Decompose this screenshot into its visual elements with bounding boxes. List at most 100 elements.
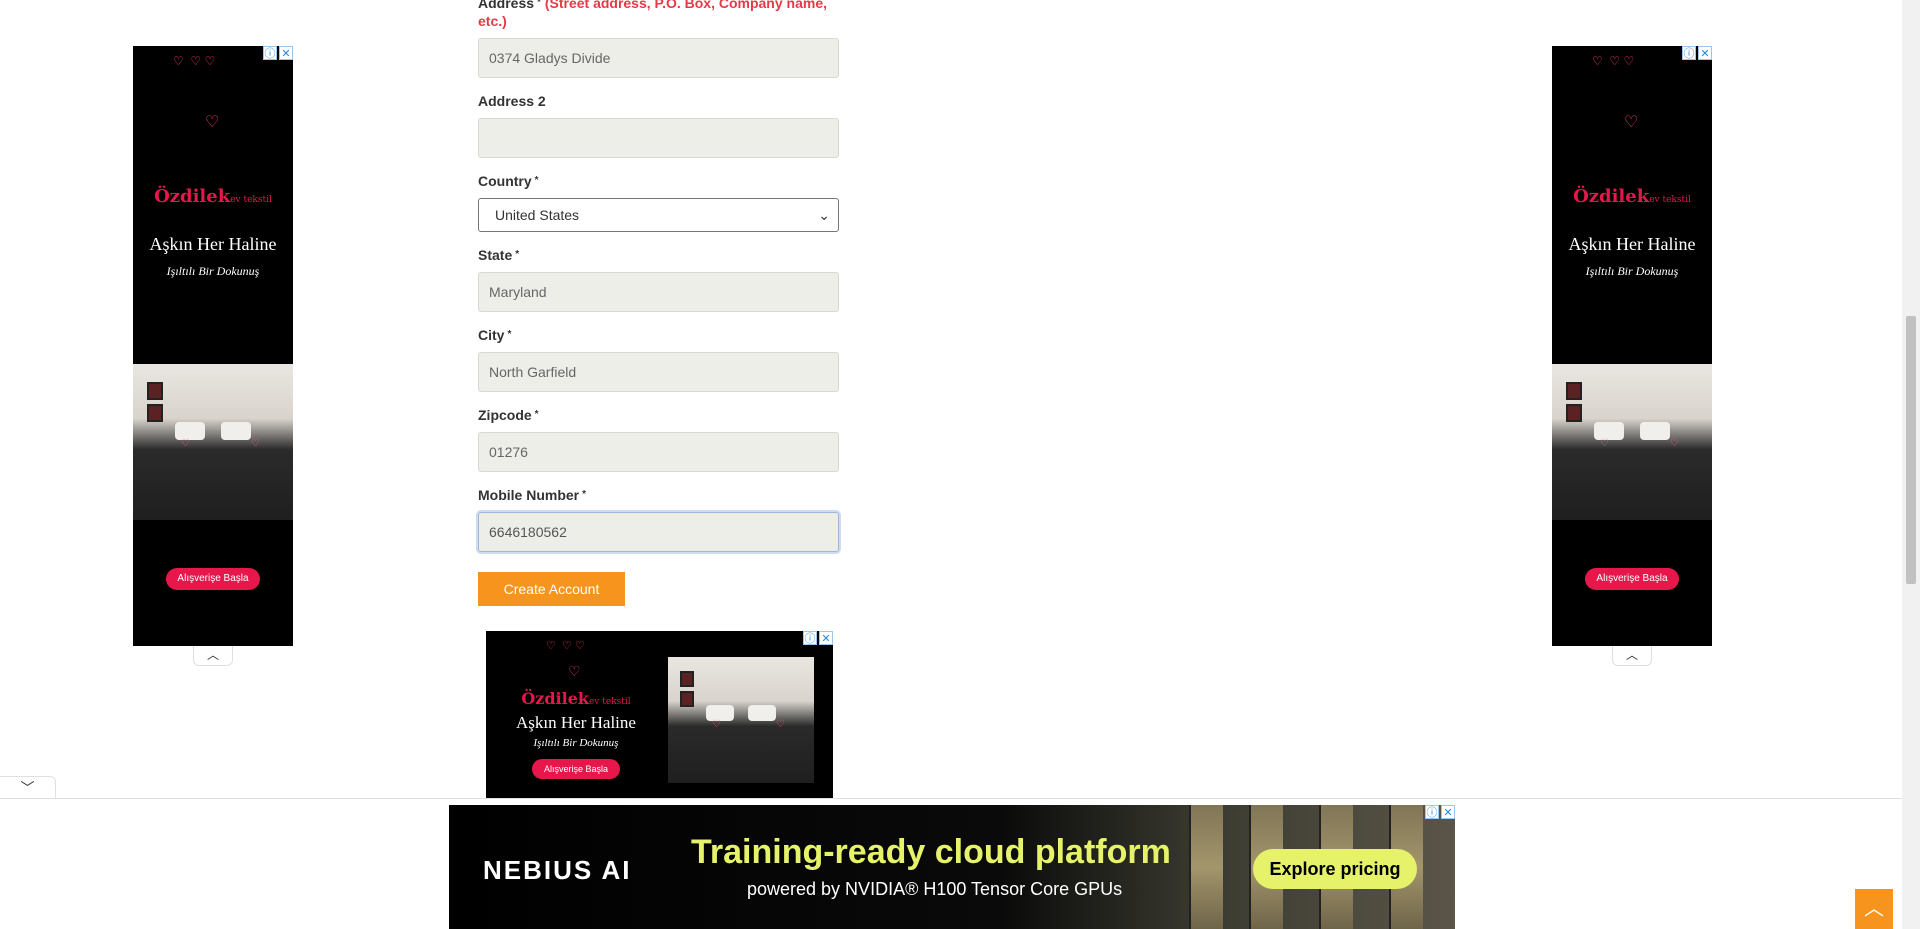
ad-info-icon[interactable]: ⓘ — [803, 631, 817, 645]
banner-headline: Training-ready cloud platform — [691, 833, 1171, 871]
ad-controls: ⓘ ✕ — [263, 46, 293, 60]
banner-logo: NEBIUS AI — [483, 855, 632, 885]
picture-frame — [680, 671, 694, 687]
picture-frame — [1566, 404, 1582, 422]
ad-info-icon[interactable]: ⓘ — [1682, 46, 1696, 60]
left-ad-collapse-button[interactable]: ︿ — [193, 646, 233, 666]
ad-cta-button[interactable]: Alışverişe Başla — [166, 568, 260, 590]
ad-close-icon[interactable]: ✕ — [1698, 46, 1712, 60]
picture-frame — [147, 404, 163, 422]
pillow — [1640, 422, 1670, 440]
required-mark: * — [507, 329, 512, 340]
banner-subtitle: powered by NVIDIA® H100 Tensor Core GPUs — [747, 879, 1123, 899]
required-mark: * — [582, 489, 587, 500]
heart-icon: ♡ — [1670, 438, 1679, 449]
country-select[interactable]: United States ⌄ — [478, 198, 839, 232]
chevron-up-icon: ︿ — [1625, 648, 1638, 662]
ad-close-icon[interactable]: ✕ — [1441, 805, 1455, 819]
required-mark: * — [515, 249, 520, 260]
pillow — [221, 422, 251, 440]
explore-pricing-button[interactable]: Explore pricing — [1253, 849, 1417, 889]
page-scrollbar[interactable] — [1902, 0, 1920, 929]
address2-group: Address 2 — [478, 92, 840, 158]
address-label-text: Address — [478, 0, 535, 11]
zipcode-input[interactable] — [478, 432, 839, 472]
country-label: Country * — [478, 172, 840, 190]
pillow — [1594, 422, 1624, 440]
zipcode-label: Zipcode * — [478, 406, 840, 424]
city-input[interactable] — [478, 352, 839, 392]
ad-controls: ⓘ ✕ — [1425, 805, 1455, 819]
chevron-up-icon: ︿ — [206, 648, 219, 662]
page: Address * (Street address, P.O. Box, Comp… — [0, 0, 1920, 929]
city-group: City * — [478, 326, 840, 392]
state-label-text: State — [478, 247, 513, 263]
address-group: Address * (Street address, P.O. Box, Comp… — [478, 0, 840, 78]
required-mark: * — [537, 0, 541, 8]
required-mark: * — [534, 175, 539, 186]
bedroom-image: ♡ ♡ — [133, 364, 293, 520]
address2-input[interactable] — [478, 118, 839, 158]
scroll-to-top-button[interactable]: ︿ — [1855, 889, 1893, 929]
state-input[interactable] — [478, 272, 839, 312]
scrollbar-thumb[interactable] — [1906, 316, 1916, 584]
brand-logo: Özdilekev tekstil — [1573, 186, 1691, 207]
ad-cta-button[interactable]: Alışverişe Başla — [1585, 568, 1679, 590]
city-label: City * — [478, 326, 840, 344]
pillow — [748, 705, 776, 721]
ad-title: Aşkın Her Haline — [1568, 234, 1696, 254]
ad-controls: ⓘ ✕ — [803, 631, 833, 645]
left-collapse-button[interactable]: ﹀ — [0, 776, 56, 800]
heart-icon: ♡ — [776, 719, 785, 730]
bottom-banner-ad[interactable]: NEBIUS AI Training-ready cloud platform … — [449, 805, 1455, 929]
right-side-ad[interactable]: ⓘ ✕ ♡ ♡ ♡ ♡ Özdilekev tekstil Aşkın Her … — [1552, 46, 1712, 646]
ad-close-icon[interactable]: ✕ — [819, 631, 833, 645]
chevron-down-icon: ⌄ — [818, 206, 830, 223]
right-ad-collapse-button[interactable]: ︿ — [1612, 646, 1652, 666]
hearts-decoration: ♡ ♡ ♡ — [173, 54, 216, 68]
ad-cta-button[interactable]: Alışverişe Başla — [532, 759, 620, 779]
picture-frame — [680, 691, 694, 707]
country-label-text: Country — [478, 173, 532, 189]
server-rack-decoration — [1189, 805, 1223, 929]
ad-info-icon[interactable]: ⓘ — [263, 46, 277, 60]
pillow — [175, 422, 205, 440]
hearts-decoration: ♡ ♡ ♡ — [1592, 54, 1635, 68]
address-form: Address * (Street address, P.O. Box, Comp… — [478, 0, 840, 606]
ad-controls: ⓘ ✕ — [1682, 46, 1712, 60]
brand-logo: Özdilekev tekstil — [154, 186, 272, 207]
address-input[interactable] — [478, 38, 839, 78]
heart-icon: ♡ — [1600, 438, 1609, 449]
city-label-text: City — [478, 327, 505, 343]
chevron-down-icon: ﹀ — [20, 780, 35, 796]
state-group: State * — [478, 246, 840, 312]
ad-subtitle: Işıltılı Bir Dokunuş — [166, 264, 260, 278]
inline-ad[interactable]: ⓘ ✕ ♡ ♡ ♡ ♡ Özdilekev tekstil Aşkın Her … — [486, 631, 833, 799]
mobile-number-input[interactable] — [478, 512, 839, 552]
ad-title: Aşkın Her Haline — [516, 713, 636, 732]
ad-info-icon[interactable]: ⓘ — [1425, 805, 1439, 819]
create-account-button[interactable]: Create Account — [478, 572, 625, 606]
ad-close-icon[interactable]: ✕ — [279, 46, 293, 60]
heart-icon: ♡ — [1624, 114, 1639, 131]
heart-icon: ♡ — [568, 663, 581, 679]
hearts-decoration: ♡ ♡ ♡ — [546, 640, 585, 652]
zipcode-label-text: Zipcode — [478, 407, 532, 423]
country-selected-value: United States — [495, 207, 580, 223]
mobile-label-text: Mobile Number — [478, 487, 580, 503]
heart-icon: ♡ — [712, 719, 721, 730]
bedroom-image: ♡ ♡ — [668, 657, 814, 783]
heart-icon: ♡ — [205, 114, 220, 131]
required-mark: * — [534, 409, 539, 420]
heart-icon: ♡ — [251, 438, 260, 449]
address-label: Address * (Street address, P.O. Box, Comp… — [478, 0, 840, 30]
state-label: State * — [478, 246, 840, 264]
mobile-group: Mobile Number * — [478, 486, 840, 552]
left-side-ad[interactable]: ⓘ ✕ ♡ ♡ ♡ ♡ Özdilekev tekstil Aşkın Her … — [133, 46, 293, 646]
country-group: Country * United States ⌄ — [478, 172, 840, 232]
chevron-up-icon: ︿ — [1864, 898, 1884, 920]
picture-frame — [1566, 382, 1582, 400]
ad-subtitle: Işıltılı Bir Dokunuş — [533, 737, 619, 749]
heart-icon: ♡ — [181, 438, 190, 449]
bedroom-image: ♡ ♡ — [1552, 364, 1712, 520]
